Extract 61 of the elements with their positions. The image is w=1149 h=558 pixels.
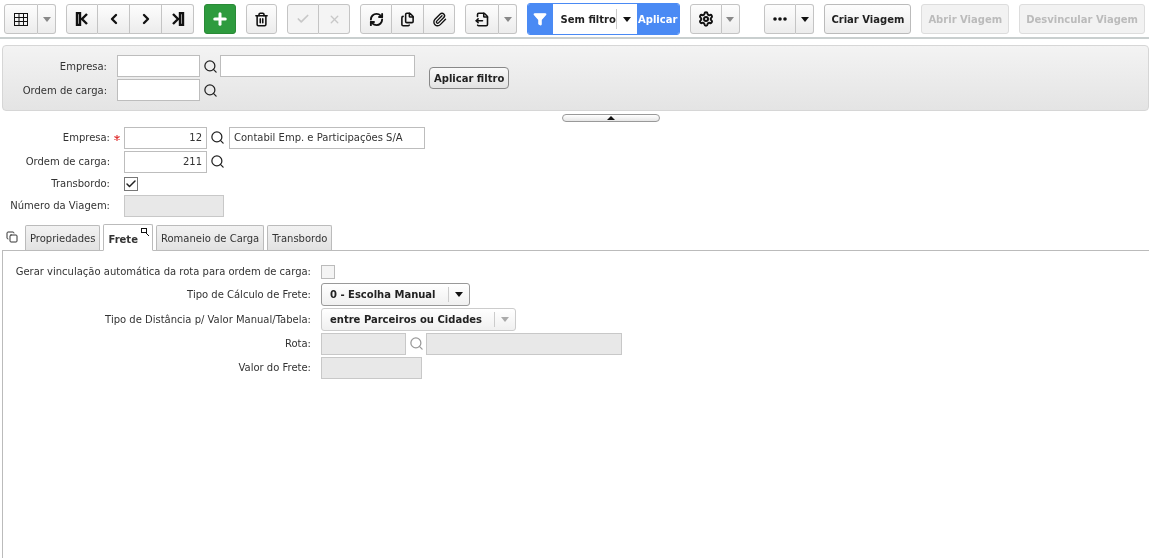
dropdown-button[interactable] <box>796 4 815 34</box>
apply-filter-button[interactable]: Aplicar filtro <box>429 67 510 89</box>
field-label: Transbordo: <box>50 178 110 189</box>
export-button[interactable] <box>465 4 499 34</box>
tab[interactable]: Frete <box>103 224 153 251</box>
paperclip-icon <box>431 11 447 27</box>
documents-icon <box>400 11 415 27</box>
field-label: Valor do Frete: <box>237 362 311 373</box>
field-label: Tipo de Distância p/ Valor Manual/Tabela: <box>104 313 311 325</box>
field-label: Tipo de Cálculo de Frete: <box>186 288 311 300</box>
skip-last-icon <box>170 12 185 26</box>
input-field[interactable]: 211 <box>124 150 207 173</box>
field-label: Ordem de carga: <box>24 156 110 167</box>
table-icon <box>14 12 28 26</box>
settings-icon <box>697 11 714 27</box>
select-field[interactable]: 0 - Escolha Manual <box>321 282 470 306</box>
input-field[interactable] <box>220 55 415 77</box>
input-field[interactable]: 12 <box>124 126 207 149</box>
input-field[interactable] <box>117 79 200 101</box>
input-field[interactable] <box>117 55 200 77</box>
duplicate-button[interactable] <box>392 4 424 34</box>
refresh-icon <box>368 11 384 27</box>
caret-icon <box>503 16 512 22</box>
caret-icon <box>454 291 463 297</box>
check-icon <box>296 12 310 26</box>
field-label: Gerar vinculação automática da rota para ordem de carga: <box>14 266 311 277</box>
trash-icon <box>254 11 269 27</box>
input-field[interactable]: Contabil Emp. e Participações S/A <box>229 126 425 149</box>
first-button[interactable] <box>66 4 98 34</box>
field-label: Empresa: <box>58 60 107 72</box>
view-button[interactable] <box>4 4 38 34</box>
collapse-handle[interactable] <box>562 114 660 122</box>
copy-icon <box>6 231 18 243</box>
caret-icon <box>800 16 809 22</box>
up-arrow-icon <box>607 116 615 120</box>
add-button[interactable] <box>204 4 236 34</box>
file-export-icon <box>474 11 490 27</box>
action-button[interactable]: Criar Viagem <box>824 4 912 34</box>
field-label: Rota: <box>283 338 311 349</box>
next-button[interactable] <box>130 4 162 34</box>
delete-button[interactable] <box>246 4 277 34</box>
settings-button[interactable] <box>689 4 722 34</box>
previous-button[interactable] <box>98 4 130 34</box>
checkbox[interactable] <box>124 176 138 191</box>
field-label: Ordem de carga: <box>21 84 107 96</box>
tab[interactable]: Propriedades <box>25 225 101 250</box>
field-label: Número da Viagem: <box>9 200 110 211</box>
checkbox[interactable] <box>321 264 335 279</box>
more-button[interactable] <box>764 4 797 34</box>
caret-icon <box>726 16 735 22</box>
tab[interactable]: Transbordo <box>267 225 333 250</box>
skip-first-icon <box>75 12 89 26</box>
tab[interactable]: Romaneio de Carga <box>155 225 265 250</box>
caret-icon <box>42 16 51 22</box>
plus-icon <box>211 10 229 28</box>
last-button[interactable] <box>162 4 194 34</box>
caret-icon <box>501 316 510 322</box>
more-icon <box>773 17 788 21</box>
attach-button[interactable] <box>424 4 455 34</box>
refresh-button[interactable] <box>360 4 392 34</box>
field-label: Empresa: <box>61 132 110 143</box>
